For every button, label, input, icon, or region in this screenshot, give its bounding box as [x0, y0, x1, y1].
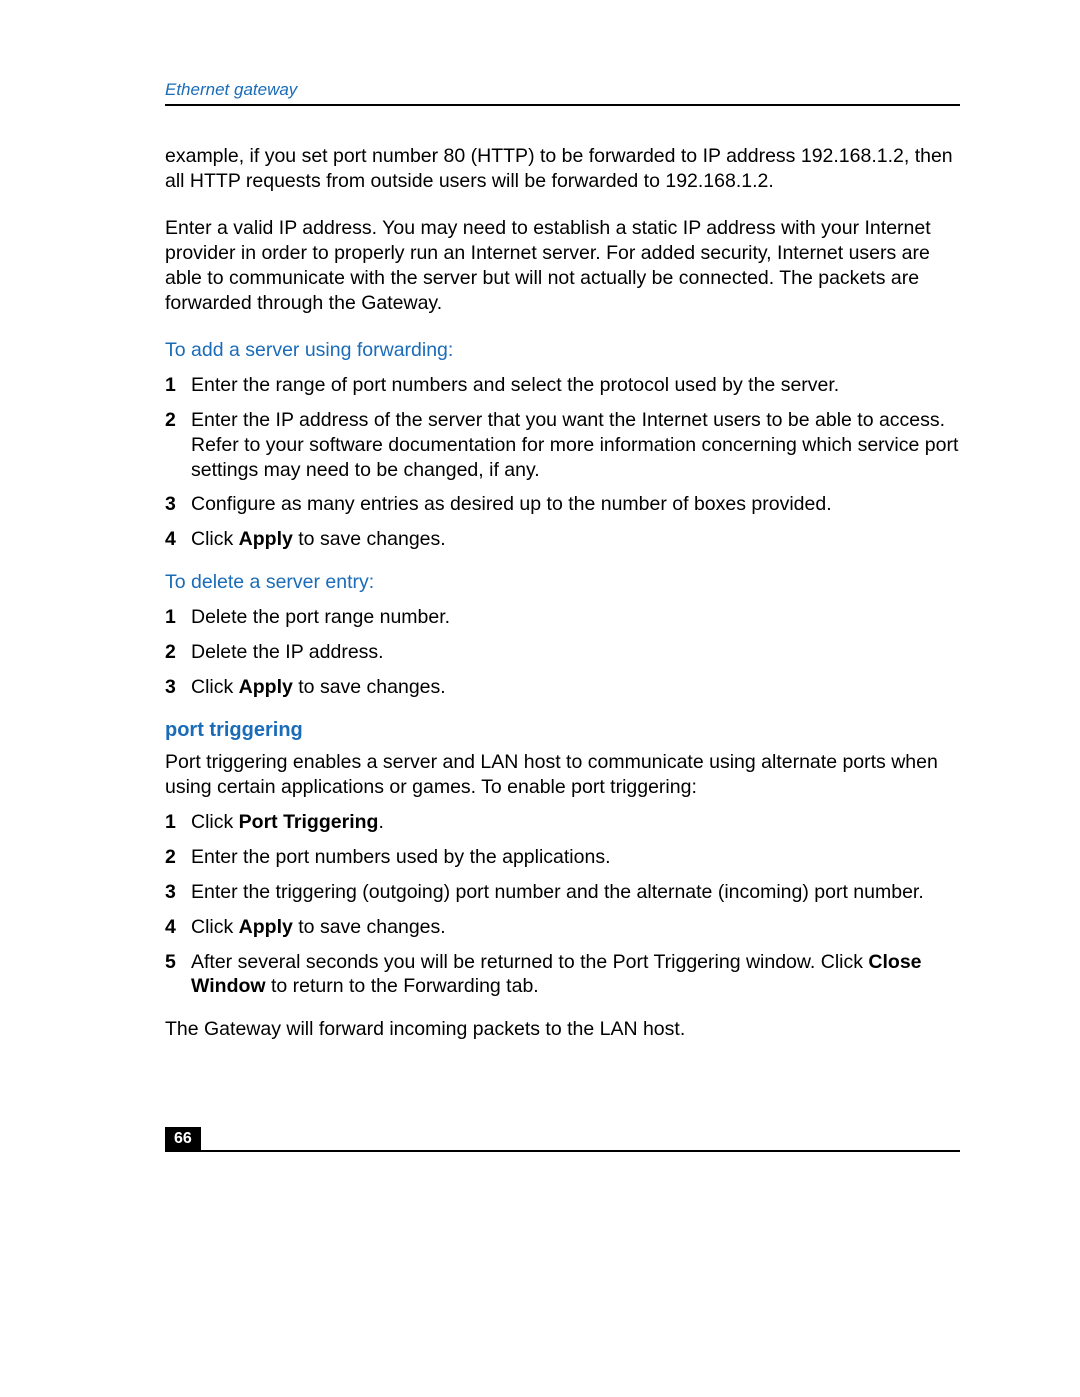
list-item: 3 Enter the triggering (outgoing) port n…	[165, 880, 960, 905]
delete-server-heading: To delete a server entry:	[165, 570, 960, 595]
list-item: 1 Click Port Triggering.	[165, 810, 960, 835]
step-number: 1	[165, 605, 191, 630]
step-text: Click Apply to save changes.	[191, 915, 960, 940]
list-item: 3 Configure as many entries as desired u…	[165, 492, 960, 517]
step-text: Click Apply to save changes.	[191, 675, 960, 700]
step-text: After several seconds you will be return…	[191, 950, 960, 1000]
list-item: 5 After several seconds you will be retu…	[165, 950, 960, 1000]
step-text: Click Apply to save changes.	[191, 527, 960, 552]
step-number: 5	[165, 950, 191, 975]
step-text: Enter the range of port numbers and sele…	[191, 373, 960, 398]
list-item: 4 Click Apply to save changes.	[165, 915, 960, 940]
port-triggering-list: 1 Click Port Triggering. 2 Enter the por…	[165, 810, 960, 1000]
step-number: 4	[165, 915, 191, 940]
port-triggering-heading: port triggering	[165, 718, 960, 744]
step-text: Click Port Triggering.	[191, 810, 960, 835]
step-number: 2	[165, 845, 191, 870]
page: Ethernet gateway example, if you set por…	[0, 0, 1080, 1397]
add-server-heading: To add a server using forwarding:	[165, 338, 960, 363]
step-number: 2	[165, 640, 191, 665]
delete-server-list: 1 Delete the port range number. 2 Delete…	[165, 605, 960, 700]
list-item: 4 Click Apply to save changes.	[165, 527, 960, 552]
header-title: Ethernet gateway	[165, 80, 297, 99]
step-text: Enter the triggering (outgoing) port num…	[191, 880, 960, 905]
list-item: 3 Click Apply to save changes.	[165, 675, 960, 700]
step-text: Delete the IP address.	[191, 640, 960, 665]
list-item: 2 Delete the IP address.	[165, 640, 960, 665]
step-text: Configure as many entries as desired up …	[191, 492, 960, 517]
step-number: 2	[165, 408, 191, 433]
step-number: 4	[165, 527, 191, 552]
step-number: 1	[165, 810, 191, 835]
step-text: Enter the port numbers used by the appli…	[191, 845, 960, 870]
page-number: 66	[165, 1127, 201, 1151]
step-number: 3	[165, 492, 191, 517]
step-number: 3	[165, 880, 191, 905]
port-triggering-outro: The Gateway will forward incoming packet…	[165, 1017, 960, 1042]
intro-paragraph-1: example, if you set port number 80 (HTTP…	[165, 144, 960, 194]
step-number: 1	[165, 373, 191, 398]
step-number: 3	[165, 675, 191, 700]
port-triggering-intro: Port triggering enables a server and LAN…	[165, 750, 960, 800]
intro-paragraph-2: Enter a valid IP address. You may need t…	[165, 216, 960, 316]
step-text: Enter the IP address of the server that …	[191, 408, 960, 483]
list-item: 2 Enter the port numbers used by the app…	[165, 845, 960, 870]
page-body: example, if you set port number 80 (HTTP…	[165, 144, 960, 1042]
list-item: 1 Enter the range of port numbers and se…	[165, 373, 960, 398]
add-server-list: 1 Enter the range of port numbers and se…	[165, 373, 960, 553]
step-text: Delete the port range number.	[191, 605, 960, 630]
footer-rule	[165, 1150, 960, 1152]
page-footer: 66	[165, 1127, 960, 1152]
page-header: Ethernet gateway	[165, 80, 960, 106]
list-item: 1 Delete the port range number.	[165, 605, 960, 630]
list-item: 2 Enter the IP address of the server tha…	[165, 408, 960, 483]
